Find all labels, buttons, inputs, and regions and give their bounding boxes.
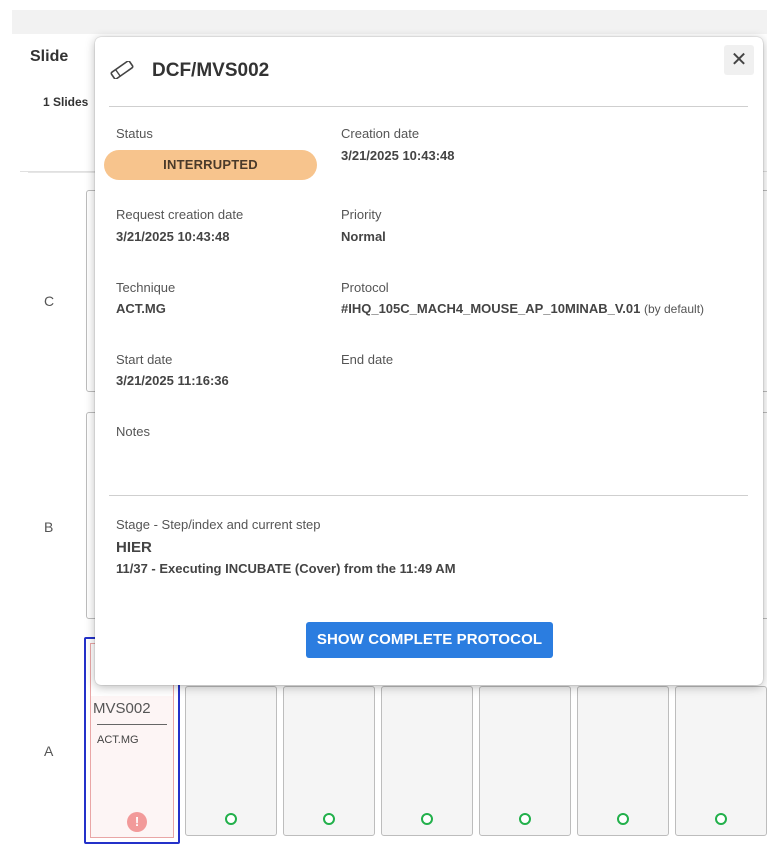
technique-label: Technique [116, 280, 176, 295]
creation-date-value: 3/21/2025 10:43:48 [341, 148, 455, 163]
end-date-label: End date [341, 352, 394, 367]
slide-view: Slide 1 Slides C B A MVS002 ACT.MG ! DCF… [0, 0, 767, 847]
protocol-name: #IHQ_105C_MACH4_MOUSE_AP_10MINAB_V.01 [341, 301, 641, 316]
protocol-default-note: (by default) [644, 302, 705, 316]
top-strip [12, 10, 767, 34]
empty-slot[interactable] [381, 686, 473, 836]
show-complete-protocol-button[interactable]: SHOW COMPLETE PROTOCOL [306, 622, 553, 658]
priority-value: Normal [341, 229, 386, 244]
empty-slot[interactable] [283, 686, 375, 836]
green-circle-icon [323, 813, 335, 825]
start-date-label: Start date [116, 352, 173, 367]
technique-value: ACT.MG [116, 301, 166, 316]
priority-label: Priority [341, 207, 382, 222]
slide-technique: ACT.MG [97, 734, 139, 746]
creation-date-label: Creation date [341, 126, 420, 141]
close-button[interactable]: ✕ [724, 45, 754, 75]
green-circle-icon [421, 813, 433, 825]
protocol-label: Protocol [341, 280, 389, 295]
notes-label: Notes [116, 424, 150, 439]
start-date-value: 3/21/2025 11:16:36 [116, 373, 229, 388]
empty-slot[interactable] [479, 686, 571, 836]
row-label-a: A [44, 743, 54, 759]
row-label-b: B [44, 519, 54, 535]
exclamation-circle-icon: ! [127, 812, 147, 832]
empty-slot[interactable] [675, 686, 767, 836]
stage-divider [109, 495, 748, 496]
header-divider [109, 106, 748, 107]
request-creation-date-label: Request creation date [116, 207, 244, 222]
empty-slot[interactable] [577, 686, 669, 836]
slide-icon [110, 61, 134, 79]
green-circle-icon [519, 813, 531, 825]
stage-name: HIER [116, 539, 152, 556]
current-step: 11/37 - Executing INCUBATE (Cover) from … [116, 561, 456, 576]
slides-tab-label: 1 Slides [43, 95, 89, 109]
empty-slot[interactable] [185, 686, 277, 836]
row-label-c: C [44, 293, 55, 309]
green-circle-icon [225, 813, 237, 825]
slide-name: MVS002 [93, 700, 151, 717]
green-circle-icon [715, 813, 727, 825]
protocol-value: #IHQ_105C_MACH4_MOUSE_AP_10MINAB_V.01 (b… [341, 301, 704, 316]
modal-title: DCF/MVS002 [152, 60, 270, 81]
slide-details-modal: DCF/MVS002 ✕ Status INTERRUPTED Creation… [95, 37, 763, 685]
status-badge: INTERRUPTED [104, 150, 317, 180]
section-title: Slide [30, 48, 69, 65]
request-creation-date-value: 3/21/2025 10:43:48 [116, 229, 230, 244]
slide-separator [97, 724, 167, 725]
stage-label: Stage - Step/index and current step [116, 517, 321, 532]
status-label: Status [116, 126, 153, 141]
green-circle-icon [617, 813, 629, 825]
